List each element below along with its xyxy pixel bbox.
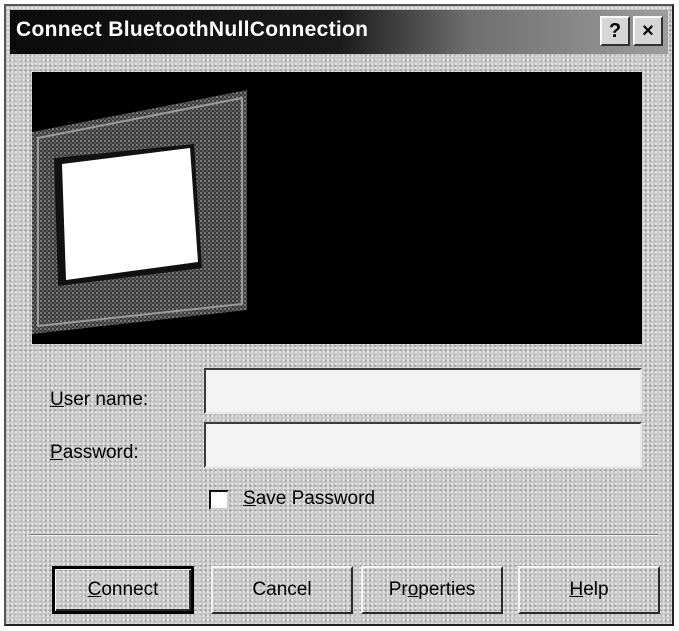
close-icon[interactable]: × bbox=[633, 16, 663, 46]
save-password-checkbox[interactable] bbox=[209, 490, 229, 510]
monitor-screen-icon bbox=[32, 90, 247, 334]
password-label: Password: bbox=[50, 442, 139, 463]
help-button[interactable]: Help bbox=[518, 566, 660, 614]
connection-banner bbox=[32, 72, 642, 344]
help-icon[interactable]: ? bbox=[600, 16, 630, 46]
connect-button[interactable]: Connect bbox=[52, 566, 194, 614]
connect-dialog: Connect BluetoothNullConnection ? × User… bbox=[4, 4, 674, 626]
title-bar[interactable]: Connect BluetoothNullConnection ? × bbox=[10, 10, 668, 54]
window-title: Connect BluetoothNullConnection bbox=[16, 18, 369, 41]
password-field[interactable] bbox=[204, 422, 642, 468]
separator bbox=[30, 534, 658, 536]
save-password-label[interactable]: Save Password bbox=[243, 488, 375, 510]
username-field[interactable] bbox=[204, 368, 642, 414]
username-label: User name: bbox=[50, 389, 149, 410]
cancel-button[interactable]: Cancel bbox=[211, 566, 353, 614]
properties-button[interactable]: Pr o perties bbox=[361, 566, 503, 614]
